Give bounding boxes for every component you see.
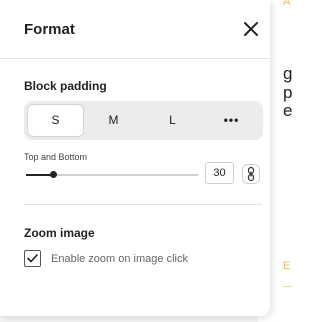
close-button[interactable] bbox=[241, 19, 261, 39]
zoom-image-label: Zoom image bbox=[24, 226, 95, 240]
block-padding-selector: S M L ••• bbox=[24, 101, 263, 140]
close-icon bbox=[244, 22, 258, 36]
background-accent-text: ALL bbox=[283, 0, 292, 8]
background-accent-text: E bbox=[283, 260, 292, 272]
background-accent-line bbox=[283, 286, 292, 287]
format-panel: Format Block padding S M L ••• Top and B… bbox=[0, 0, 270, 316]
padding-option-s[interactable]: S bbox=[27, 104, 84, 137]
top-bottom-value-input[interactable]: 30 bbox=[205, 162, 234, 184]
enable-zoom-checkbox[interactable] bbox=[24, 250, 41, 267]
top-bottom-label: Top and Bottom bbox=[24, 152, 88, 162]
enable-zoom-label[interactable]: Enable zoom on image click bbox=[51, 253, 188, 265]
background-text-line: g bbox=[283, 64, 292, 83]
padding-option-m[interactable]: M bbox=[85, 104, 142, 137]
section-divider bbox=[24, 204, 262, 205]
link-icon bbox=[247, 166, 255, 182]
padding-option-l[interactable]: L bbox=[144, 104, 201, 137]
link-values-button[interactable] bbox=[242, 164, 260, 184]
panel-title: Format bbox=[24, 21, 75, 38]
background-text-line: ee bbox=[283, 101, 292, 120]
block-padding-label: Block padding bbox=[24, 79, 107, 93]
panel-header: Format bbox=[0, 0, 270, 59]
padding-option-more[interactable]: ••• bbox=[203, 104, 260, 137]
check-icon bbox=[27, 254, 38, 263]
top-bottom-slider[interactable] bbox=[26, 171, 198, 178]
background-text-line: p bbox=[283, 83, 292, 102]
more-icon: ••• bbox=[223, 113, 240, 127]
slider-thumb[interactable] bbox=[50, 171, 57, 178]
